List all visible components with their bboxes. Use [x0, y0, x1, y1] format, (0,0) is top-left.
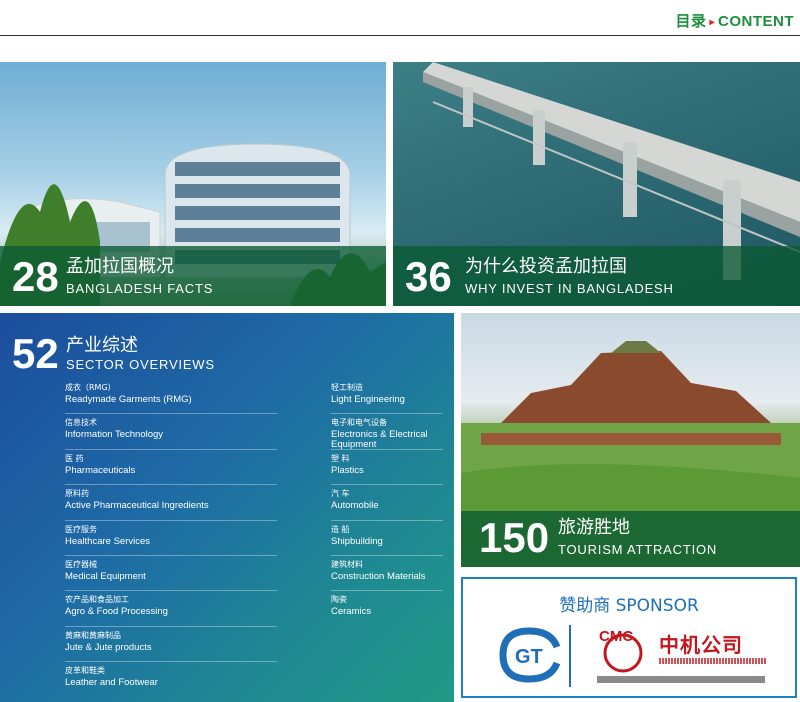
- sector-item-cn: 医 药: [65, 453, 84, 463]
- cmc-gray-bar: [597, 676, 765, 683]
- cmc-company-name: 中机公司: [659, 633, 743, 657]
- sector-item-cn: 医疗服务: [65, 524, 97, 534]
- sector-item-en: Readymade Garments (RMG): [65, 394, 192, 405]
- sector-item-cn: 造 船: [331, 524, 350, 534]
- sector-item-en: Electronics & Electrical Equipment: [331, 429, 428, 451]
- sector-item-cn: 建筑材料: [331, 559, 363, 569]
- facts-title-cn: 孟加拉国概况: [66, 256, 174, 277]
- sector-item[interactable]: 建筑材料 Construction Materials: [331, 556, 443, 592]
- sector-item-en: Medical Equipment: [65, 570, 146, 582]
- sector-item-en: Healthcare Services: [65, 535, 151, 547]
- sector-item[interactable]: 陶瓷 Ceramics: [331, 591, 443, 626]
- invest-page-number: 36: [405, 253, 452, 300]
- sector-item[interactable]: 信息技术 Information Technology: [65, 414, 277, 450]
- sector-item-cn: 电子和电气设备: [331, 418, 387, 428]
- sector-item-en: Information Technology: [65, 429, 164, 441]
- header-divider: [0, 35, 800, 36]
- sector-item[interactable]: 医疗服务 Healthcare Services: [65, 521, 277, 556]
- header-title-cn: 目录: [675, 13, 707, 30]
- sector-item-cn: 医疗器械: [65, 559, 97, 569]
- sector-item-cn: 信息技术: [65, 418, 97, 428]
- tourism-title-en: TOURISM ATTRACTION: [558, 542, 718, 557]
- sector-title-cn: 产业综述: [66, 335, 138, 356]
- sector-title-en: SECTOR OVERVIEWS: [66, 357, 215, 372]
- sector-item[interactable]: 成衣（RMG） Readymade Garments (RMG): [65, 379, 277, 415]
- sector-item[interactable]: 黄麻和黄麻制品 Jute & Jute products: [65, 627, 277, 663]
- sector-item-cn: 皮革和鞋类: [65, 666, 105, 676]
- sector-item-en: Active Pharmaceutical Ingredients: [65, 500, 209, 512]
- cmc-badge-text: CMC: [599, 628, 633, 645]
- tourism-title-cn: 旅游胜地: [558, 517, 630, 538]
- sector-page-number: 52: [12, 330, 59, 377]
- gt-logo-text: GT: [515, 646, 543, 668]
- sector-item[interactable]: 造 船 Shipbuilding: [331, 521, 443, 556]
- sector-item[interactable]: 医疗器械 Medical Equipment: [65, 556, 277, 592]
- sector-item-en: Leather and Footwear: [65, 677, 158, 689]
- sector-item-en: Jute & Jute products: [65, 641, 152, 653]
- sponsor-divider: [569, 625, 571, 687]
- sector-item-en: Construction Materials: [331, 570, 426, 582]
- cmc-logo: CMC: [599, 628, 643, 673]
- cmc-fine-print: [659, 658, 767, 664]
- sector-panel[interactable]: 52 产业综述 SECTOR OVERVIEWS 成衣（RMG） Readymad…: [0, 313, 454, 702]
- sector-item-cn: 原料药: [65, 489, 89, 499]
- facts-page-number: 28: [12, 253, 59, 300]
- sector-item-en: Automobile: [331, 500, 379, 512]
- tourism-panel[interactable]: 150 旅游胜地 TOURISM ATTRACTION: [461, 313, 800, 567]
- sector-list-left: 成衣（RMG） Readymade Garments (RMG) 信息技术 Info…: [65, 379, 277, 698]
- header-title-en: CONTENT: [718, 13, 794, 30]
- facts-label-band: 28 孟加拉国概况 BANGLADESH FACTS: [0, 246, 386, 306]
- tourism-label-band: 150 旅游胜地 TOURISM ATTRACTION: [461, 511, 800, 567]
- sector-item-cn: 陶瓷: [331, 595, 347, 605]
- arrow-icon: ▸: [709, 17, 715, 28]
- sector-item-en: Agro & Food Processing: [65, 606, 168, 618]
- header-title: 目录 ▸ CONTENT: [675, 10, 794, 31]
- sector-item[interactable]: 皮革和鞋类 Leather and Footwear: [65, 662, 277, 697]
- sector-item-cn: 成衣（RMG）: [65, 383, 116, 392]
- sector-item-en: Shipbuilding: [331, 535, 383, 547]
- sponsor-title: 赞助商 SPONSOR: [559, 596, 699, 616]
- sector-item-cn: 汽 车: [331, 489, 350, 499]
- tourism-page-number: 150: [479, 514, 550, 561]
- invest-title-cn: 为什么投资孟加拉国: [465, 256, 627, 277]
- facts-title-en: BANGLADESH FACTS: [66, 281, 214, 296]
- sector-item[interactable]: 医 药 Pharmaceuticals: [65, 450, 277, 486]
- sector-item[interactable]: 农产品和食品加工 Agro & Food Processing: [65, 591, 277, 627]
- sector-item-en: Light Engineering: [331, 394, 405, 405]
- sector-item[interactable]: 轻工制造 Light Engineering: [331, 379, 443, 415]
- sector-item-en: Ceramics: [331, 606, 372, 618]
- invest-label-band: 36 为什么投资孟加拉国 WHY INVEST IN BANGLADESH: [393, 246, 800, 306]
- sector-item-cn: 塑 料: [331, 453, 350, 463]
- sector-item[interactable]: 原料药 Active Pharmaceutical Ingredients: [65, 485, 277, 521]
- sector-item-cn: 农产品和食品加工: [65, 595, 129, 605]
- sector-item[interactable]: 汽 车 Automobile: [331, 485, 443, 521]
- invest-panel[interactable]: 36 为什么投资孟加拉国 WHY INVEST IN BANGLADESH: [393, 62, 800, 306]
- sector-item-cn: 轻工制造: [331, 383, 363, 392]
- sector-item[interactable]: 塑 料 Plastics: [331, 450, 443, 486]
- sector-item-cn: 黄麻和黄麻制品: [65, 630, 121, 640]
- sector-item[interactable]: 电子和电气设备 Electronics & Electrical Equipmen…: [331, 414, 443, 451]
- sector-item-en: Pharmaceuticals: [65, 464, 136, 476]
- sponsor-panel: 赞助商 SPONSOR GT CMC 中机公司: [461, 577, 797, 698]
- gt-logo: GT: [499, 627, 561, 683]
- invest-title-en: WHY INVEST IN BANGLADESH: [465, 281, 674, 296]
- sector-item-en: Plastics: [331, 464, 364, 476]
- sector-list-right: 轻工制造 Light Engineering 电子和电气设备 Electronics…: [331, 379, 443, 627]
- facts-panel[interactable]: 28 孟加拉国概况 BANGLADESH FACTS: [0, 62, 386, 306]
